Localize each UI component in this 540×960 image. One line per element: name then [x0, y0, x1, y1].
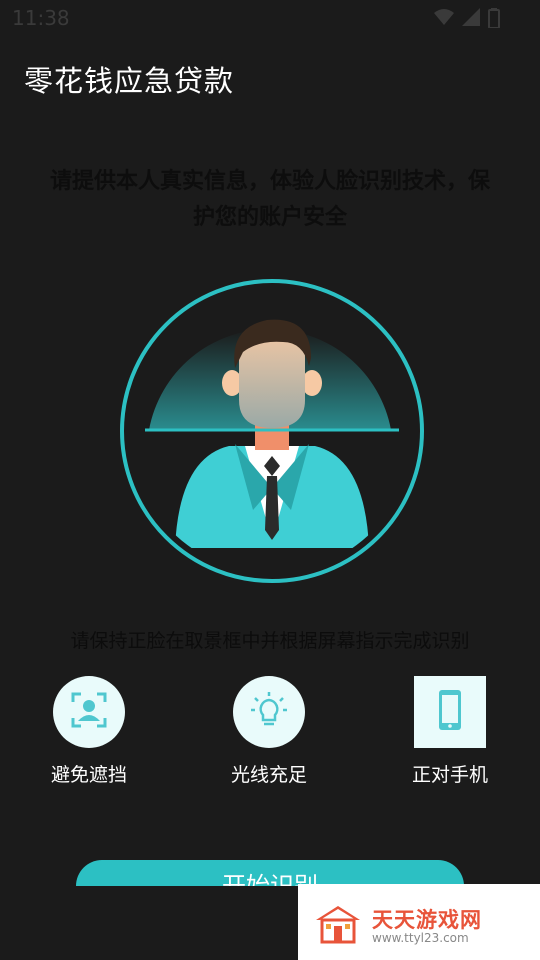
status-bar: 11:38 [0, 0, 540, 36]
tip-icon-container [414, 676, 486, 748]
tip-label: 避免遮挡 [50, 764, 127, 786]
tip-label: 光线充足 [230, 764, 307, 786]
tip-avoid-cover: 避免遮挡 [19, 676, 159, 787]
face-scan-frame [119, 278, 425, 584]
instruction-text: 请保持正脸在取景框中并根据屏幕指示完成识别 [70, 630, 470, 652]
tip-face-phone: 正对手机 [380, 676, 520, 787]
watermark: 天天游戏网 www.ttyl23.com [298, 884, 540, 960]
page-title: 零花钱应急贷款 [24, 64, 235, 98]
watermark-name: 天天游戏网 [372, 908, 482, 932]
status-icons [434, 8, 500, 32]
tip-good-lighting: 光线充足 [199, 676, 339, 787]
tip-icon-container [233, 676, 305, 748]
status-time: 11:38 [12, 6, 70, 30]
battery-icon [488, 8, 500, 32]
watermark-logo-icon [314, 904, 362, 948]
wifi-icon [434, 8, 454, 32]
tip-label: 正对手机 [411, 764, 488, 786]
signal-icon [462, 8, 480, 32]
watermark-url: www.ttyl23.com [372, 931, 469, 945]
face-scan-icon [69, 690, 109, 734]
phone-icon [430, 688, 470, 736]
tip-icon-container [53, 676, 125, 748]
bottom-area [0, 886, 298, 960]
intro-text: 请提供本人真实信息，体验人脸识别技术，保护您的账户安全 [49, 169, 490, 230]
lightbulb-icon [249, 690, 289, 734]
